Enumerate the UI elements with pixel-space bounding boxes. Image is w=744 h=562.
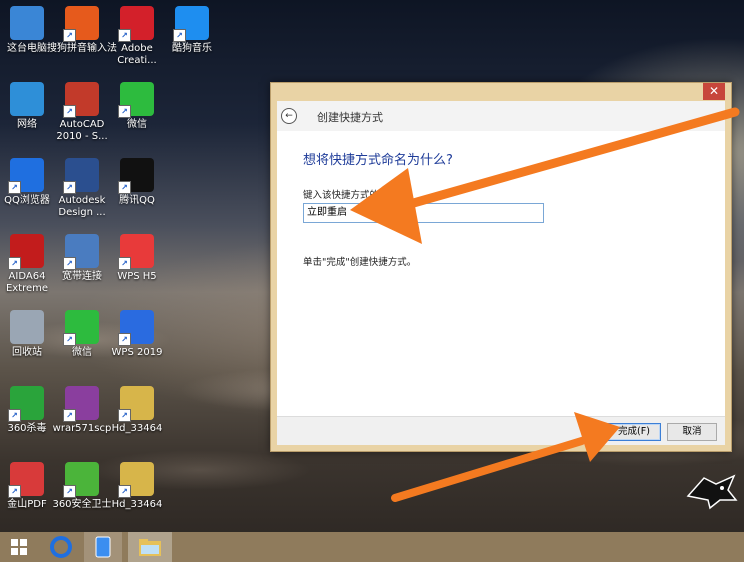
shark-logo-icon bbox=[686, 470, 738, 510]
folder-icon bbox=[139, 539, 161, 556]
taskbar-phone-app[interactable] bbox=[84, 532, 122, 562]
taskbar-qq-browser[interactable] bbox=[42, 532, 80, 562]
taskbar-file-explorer[interactable] bbox=[128, 532, 172, 562]
annotation-arrows bbox=[350, 107, 740, 502]
phone-icon bbox=[95, 536, 111, 558]
qq-browser-icon bbox=[50, 536, 72, 558]
start-button[interactable] bbox=[0, 532, 38, 562]
taskbar bbox=[0, 532, 744, 562]
windows-logo-icon bbox=[11, 539, 27, 555]
